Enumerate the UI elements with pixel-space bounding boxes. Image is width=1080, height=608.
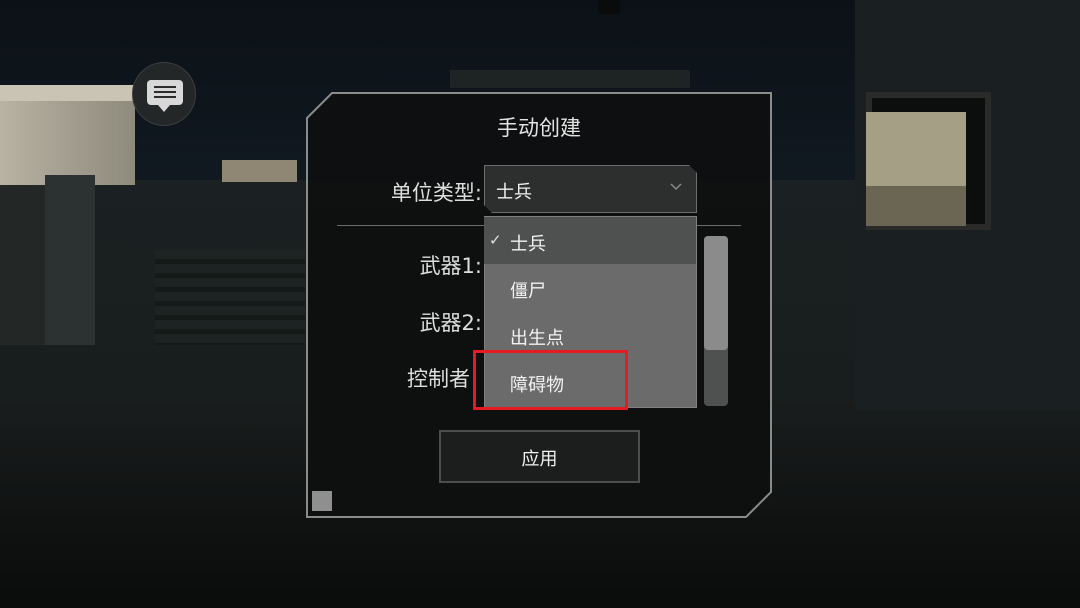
ceiling-fixture — [598, 0, 620, 14]
weapon2-label: 武器2: — [419, 311, 482, 335]
option-label: 士兵 — [510, 234, 546, 255]
option-label: 僵尸 — [510, 281, 546, 302]
window-shade — [866, 186, 966, 226]
highlight-box — [473, 350, 628, 410]
scrollbar-thumb[interactable] — [704, 236, 728, 350]
unit-type-label: 单位类型: — [390, 181, 482, 205]
window-lit-area — [866, 112, 966, 186]
unit-type-value: 士兵 — [496, 182, 532, 203]
apply-button-label: 应用 — [521, 449, 558, 470]
weapon1-label: 武器1: — [419, 254, 482, 278]
wooden-plank — [222, 160, 297, 182]
ceiling-beam — [450, 70, 690, 88]
left-building-roof — [0, 85, 135, 101]
option-soldier[interactable]: ✓ 士兵 — [484, 217, 696, 264]
stairs — [155, 250, 305, 345]
option-label: 出生点 — [510, 328, 564, 349]
pillar — [45, 175, 95, 345]
chevron-down-icon — [670, 183, 682, 191]
chat-button[interactable] — [132, 62, 196, 126]
dialog-title: 手动创建 — [497, 116, 581, 140]
resize-handle[interactable] — [312, 491, 332, 511]
controller-label: 控制者 — [407, 367, 470, 391]
check-icon: ✓ — [489, 231, 502, 249]
option-zombie[interactable]: 僵尸 — [484, 264, 696, 311]
